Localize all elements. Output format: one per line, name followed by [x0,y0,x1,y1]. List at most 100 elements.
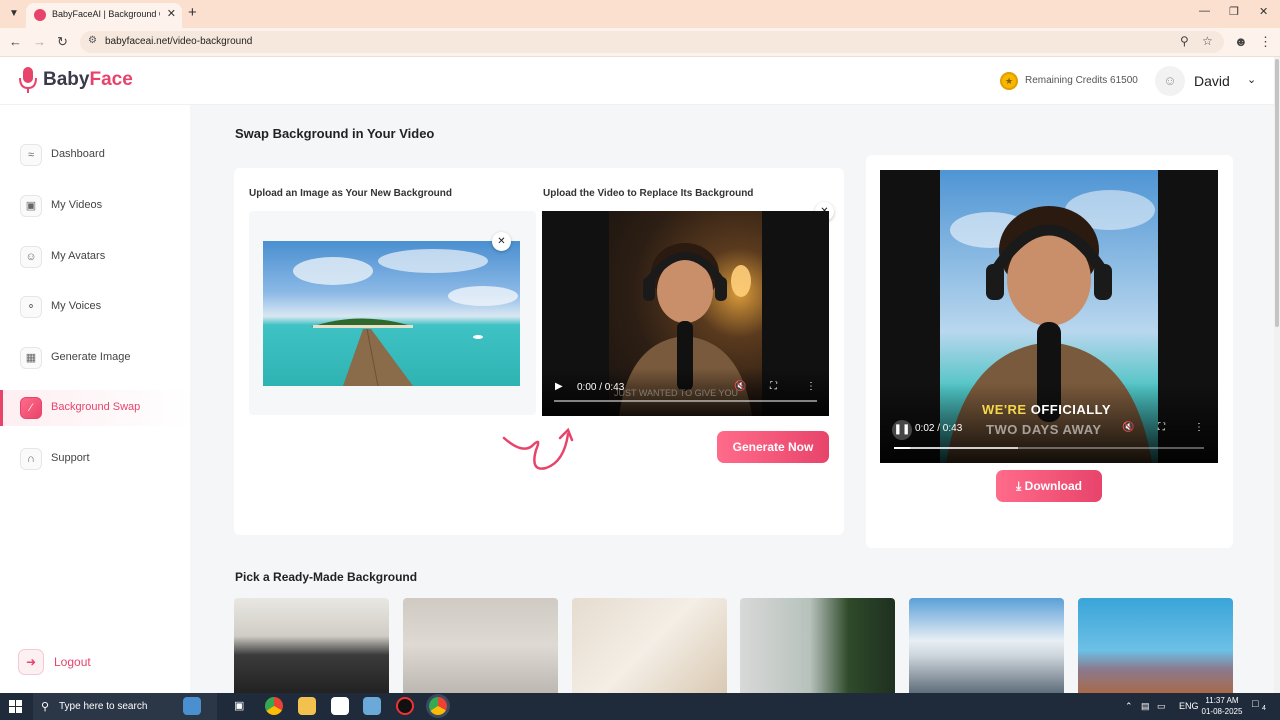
source-video-progress[interactable] [554,400,817,402]
sidebar: ≈ Dashboard ▣ My Videos ☺ My Avatars ⚬ M… [0,105,190,693]
user-avatar-icon[interactable]: ☺ [1155,66,1185,96]
tray-chevron-icon[interactable]: ⌃ [1125,701,1133,712]
chart-icon: ≈ [20,144,42,166]
tab-close-icon[interactable]: ✕ [167,7,176,20]
sidebar-item-background-swap[interactable]: ⁄ Background Swap [0,390,190,426]
back-icon[interactable]: ← [9,34,22,49]
fullscreen-icon[interactable]: ⛶ [1158,422,1165,433]
remove-image-close-icon[interactable]: ✕ [492,232,511,251]
restore-icon[interactable]: ❐ [1229,5,1239,18]
favicon-icon [34,9,46,21]
window-close-icon[interactable]: ✕ [1259,5,1268,18]
background-thumbnail[interactable] [740,598,895,693]
site-info-icon[interactable]: ⚙ [88,35,97,46]
muted-icon[interactable]: 🔇 [734,381,746,392]
image-upload-zone[interactable]: ✕ [249,211,536,415]
user-icon: ☺ [20,246,42,268]
browser-tab[interactable]: BabyFaceAI | Background Chan... ✕ [26,3,182,28]
sidebar-item-generate-image[interactable]: ▦ Generate Image [0,340,190,376]
taskbar-widget-icon[interactable] [183,697,201,715]
play-icon[interactable]: ▶ [555,381,563,392]
caption-rest: OFFICIALLY [1030,402,1112,417]
page-scrollbar[interactable] [1274,57,1280,693]
logout-label: Logout [54,655,91,669]
notepad-app-icon[interactable] [363,697,381,715]
notification-count: 4 [1262,705,1266,712]
caption-highlight: WE'RE [982,402,1027,417]
source-video-caption: JUST WANTED TO GIVE YOU [614,388,739,398]
language-indicator[interactable]: ENG [1179,701,1199,711]
new-tab-icon[interactable]: + [188,4,197,21]
page-title: Swap Background in Your Video [235,126,435,141]
minimize-icon[interactable]: — [1199,5,1210,17]
sidebar-item-my-videos[interactable]: ▣ My Videos [0,188,190,224]
tab-title: BabyFaceAI | Background Chan... [52,9,160,19]
network-icon[interactable]: ▤ [1141,701,1150,712]
background-thumbnail[interactable] [909,598,1064,693]
kebab-menu-icon[interactable]: ⋮ [1259,34,1272,50]
ready-made-title: Pick a Ready-Made Background [235,570,418,584]
sidebar-item-support[interactable]: ∩ Support [0,441,190,477]
sidebar-item-label: Dashboard [51,148,105,160]
profile-icon[interactable]: ☻ [1234,34,1248,49]
user-name[interactable]: David [1194,73,1230,89]
windows-start-icon[interactable] [9,700,22,713]
video-options-icon[interactable]: ⋮ [806,381,816,392]
chrome-active-app-icon[interactable] [429,697,447,715]
task-view-icon[interactable]: ▣ [234,699,244,712]
coin-icon: ★ [1000,72,1018,90]
tab-search-chevron-icon[interactable]: ▼ [6,6,22,22]
reload-icon[interactable]: ↻ [57,34,68,50]
source-video-player[interactable]: JUST WANTED TO GIVE YOU ▶ 0:00 / 0:43 🔇 … [542,211,829,416]
user-menu-chevron-icon[interactable]: ⌄ [1247,73,1256,86]
download-label: Download [1024,479,1082,493]
taskbar-clock[interactable]: 11:37 AM 01-08-2025 [1199,695,1245,717]
generate-now-button[interactable]: Generate Now [717,431,829,463]
upload-video-label: Upload the Video to Replace Its Backgrou… [543,188,754,199]
video-icon: ▣ [20,195,42,217]
sidebar-item-label: My Avatars [51,250,106,262]
forward-icon[interactable]: → [33,34,46,49]
scrollbar-thumb[interactable] [1275,59,1279,327]
taskbar-search-placeholder: Type here to search [59,701,148,712]
search-icon: ⚲ [41,701,50,713]
logo-microphone-icon [19,67,37,93]
address-bar: ← → ↻ ⚙ babyfaceai.net/video-background … [0,28,1280,57]
muted-icon[interactable]: 🔇 [1122,422,1134,433]
curly-arrow-icon [502,427,574,470]
upload-card: Upload an Image as Your New Background U… [234,168,844,535]
brand-logo[interactable]: BabyFace [43,69,133,91]
notification-icon[interactable]: □ [1252,698,1259,710]
sidebar-item-my-avatars[interactable]: ☺ My Avatars [0,239,190,275]
pause-icon[interactable]: ❚❚ [892,420,912,440]
headset-icon: ∩ [20,448,42,470]
browser-tab-bar: ▼ BabyFaceAI | Background Chan... ✕ + — … [0,0,1280,28]
brand-part-2: Face [89,69,133,90]
background-thumbnail[interactable] [572,598,727,693]
sidebar-item-my-voices[interactable]: ⚬ My Voices [0,289,190,325]
clock-time: 11:37 AM [1205,696,1239,705]
background-thumbnail[interactable] [234,598,389,693]
zoom-icon[interactable]: ⚲ [1180,34,1189,48]
url-text: babyfaceai.net/video-background [105,36,253,47]
main-content: Swap Background in Your Video Upload an … [190,105,1280,693]
sidebar-item-label: Background Swap [51,401,141,413]
background-thumbnail[interactable] [1078,598,1233,693]
battery-icon[interactable]: ▭ [1157,701,1166,712]
background-thumbnail[interactable] [403,598,558,693]
download-icon: ⤓ [1016,479,1022,493]
download-button[interactable]: ⤓ Download [996,470,1102,502]
todo-app-icon[interactable] [331,697,349,715]
result-video-player[interactable]: WE'RE OFFICIALLY TWO DAYS AWAY ❚❚ 0:02 /… [880,170,1218,463]
video-options-icon[interactable]: ⋮ [1194,422,1204,433]
fullscreen-icon[interactable]: ⛶ [770,381,777,392]
recorder-app-icon[interactable] [396,697,414,715]
file-explorer-icon[interactable] [298,697,316,715]
remaining-credits: Remaining Credits 61500 [1025,75,1138,86]
star-icon[interactable]: ☆ [1202,34,1213,48]
swap-icon: ⁄ [20,397,42,419]
result-video-progress[interactable] [894,447,1204,449]
url-input[interactable]: ⚙ babyfaceai.net/video-background ⚲ ☆ [80,31,1224,53]
sidebar-item-dashboard[interactable]: ≈ Dashboard [0,137,190,173]
chrome-app-icon[interactable] [265,697,283,715]
